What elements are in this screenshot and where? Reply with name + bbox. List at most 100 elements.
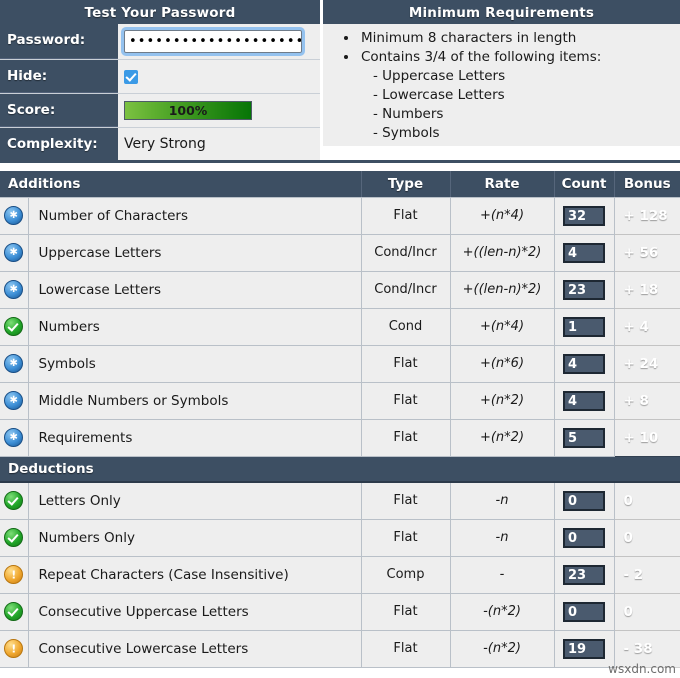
column-header-bonus: Bonus <box>614 171 680 197</box>
row-bonus: + 4 <box>614 308 680 345</box>
row-name: Requirements <box>28 419 361 456</box>
row-bonus: + 56 <box>614 234 680 271</box>
row-rate: +(n*4) <box>450 308 554 345</box>
count-input[interactable]: 1 <box>563 317 605 337</box>
status-icon-cell <box>0 308 28 345</box>
row-bonus: + 10 <box>614 419 680 456</box>
count-input[interactable]: 4 <box>563 391 605 411</box>
status-icon-cell <box>0 519 28 556</box>
row-name: Number of Characters <box>28 197 361 234</box>
row-name: Repeat Characters (Case Insensitive) <box>28 556 361 593</box>
password-label: Password: <box>0 24 118 59</box>
row-type: Cond/Incr <box>361 271 450 308</box>
row-count-cell: 0 <box>554 482 614 519</box>
count-input[interactable]: 32 <box>563 206 605 226</box>
status-icon-cell <box>0 593 28 630</box>
row-name: Numbers Only <box>28 519 361 556</box>
row-type: Flat <box>361 345 450 382</box>
score-row: Score: 100% <box>0 94 320 128</box>
row-rate: -n <box>450 482 554 519</box>
row-rate: -(n*2) <box>450 593 554 630</box>
row-bonus: + 128 <box>614 197 680 234</box>
hide-row: Hide: <box>0 60 320 94</box>
password-value-cell: •••••••••••••••••••••••••••••••• <box>118 24 320 59</box>
warn-icon <box>4 639 23 658</box>
hide-checkbox[interactable] <box>124 70 138 84</box>
row-type: Flat <box>361 630 450 667</box>
count-input[interactable]: 0 <box>563 528 605 548</box>
table-header: Additions Type Rate Count Bonus <box>0 171 680 197</box>
count-input[interactable]: 4 <box>563 243 605 263</box>
password-input[interactable]: •••••••••••••••••••••••••••••••• <box>124 30 302 53</box>
table-row: NumbersCond+(n*4)1+ 4 <box>0 308 680 345</box>
status-icon-cell <box>0 419 28 456</box>
column-header-rate: Rate <box>450 171 554 197</box>
panel-title-minimum-requirements: Minimum Requirements <box>323 0 680 24</box>
count-input[interactable]: 4 <box>563 354 605 374</box>
row-bonus: 0 <box>614 482 680 519</box>
status-icon-cell <box>0 556 28 593</box>
requirement-subitem: - Numbers <box>373 105 680 124</box>
count-input[interactable]: 23 <box>563 565 605 585</box>
count-input[interactable]: 23 <box>563 280 605 300</box>
table-row: Numbers OnlyFlat-n00 <box>0 519 680 556</box>
status-icon-cell <box>0 630 28 667</box>
row-name: Uppercase Letters <box>28 234 361 271</box>
row-type: Flat <box>361 593 450 630</box>
info-icon <box>4 428 23 447</box>
table-row: Uppercase LettersCond/Incr+((len-n)*2)4+… <box>0 234 680 271</box>
table-row: Consecutive Lowercase LettersFlat-(n*2) 1… <box>0 630 680 667</box>
row-name: Consecutive Uppercase Letters <box>28 593 361 630</box>
check-icon <box>4 317 23 336</box>
row-count-cell: 4 <box>554 234 614 271</box>
row-bonus: + 24 <box>614 345 680 382</box>
row-rate: +(n*4) <box>450 197 554 234</box>
watermark: wsxdn.com <box>608 662 676 676</box>
row-rate: -(n*2) <box>450 630 554 667</box>
table-header-row: Additions Type Rate Count Bonus <box>0 171 680 197</box>
row-bonus: + 18 <box>614 271 680 308</box>
row-name: Lowercase Letters <box>28 271 361 308</box>
row-name: Symbols <box>28 345 361 382</box>
password-row: Password: ••••••••••••••••••••••••••••••… <box>0 24 320 60</box>
hide-value-cell <box>118 60 320 93</box>
info-icon <box>4 354 23 373</box>
row-count-cell: 0 <box>554 593 614 630</box>
requirements-list: Minimum 8 characters in length Contains … <box>323 29 680 143</box>
score-progress-bar: 100% <box>124 101 252 120</box>
count-input[interactable]: 0 <box>563 602 605 622</box>
check-icon <box>4 491 23 510</box>
score-breakdown-table: Additions Type Rate Count Bonus Number o… <box>0 171 680 668</box>
minimum-requirements-panel: Minimum Requirements Minimum 8 character… <box>323 0 680 160</box>
check-icon <box>4 528 23 547</box>
status-icon-cell <box>0 482 28 519</box>
table-row: Consecutive Uppercase LettersFlat-(n*2) 0… <box>0 593 680 630</box>
row-count-cell: 23 <box>554 556 614 593</box>
panel-table-gap <box>0 163 680 171</box>
row-name: Consecutive Lowercase Letters <box>28 630 361 667</box>
complexity-row: Complexity: Very Strong <box>0 128 320 160</box>
complexity-value-cell: Very Strong <box>118 128 320 160</box>
status-icon-cell <box>0 345 28 382</box>
row-count-cell: 19 <box>554 630 614 667</box>
column-header-type: Type <box>361 171 450 197</box>
warn-icon <box>4 565 23 584</box>
count-input[interactable]: 0 <box>563 491 605 511</box>
row-count-cell: 4 <box>554 382 614 419</box>
check-icon <box>4 602 23 621</box>
info-icon <box>4 391 23 410</box>
info-icon <box>4 243 23 262</box>
row-rate: +(n*2) <box>450 382 554 419</box>
count-input[interactable]: 5 <box>563 428 605 448</box>
count-input[interactable]: 19 <box>563 639 605 659</box>
row-count-cell: 5 <box>554 419 614 456</box>
row-bonus: - 2 <box>614 556 680 593</box>
test-your-password-panel: Test Your Password Password: •••••••••••… <box>0 0 323 160</box>
row-rate: -n <box>450 519 554 556</box>
row-count-cell: 1 <box>554 308 614 345</box>
row-type: Flat <box>361 482 450 519</box>
row-bonus: 0 <box>614 519 680 556</box>
row-bonus: 0 <box>614 593 680 630</box>
row-name: Middle Numbers or Symbols <box>28 382 361 419</box>
row-rate: +((len-n)*2) <box>450 234 554 271</box>
